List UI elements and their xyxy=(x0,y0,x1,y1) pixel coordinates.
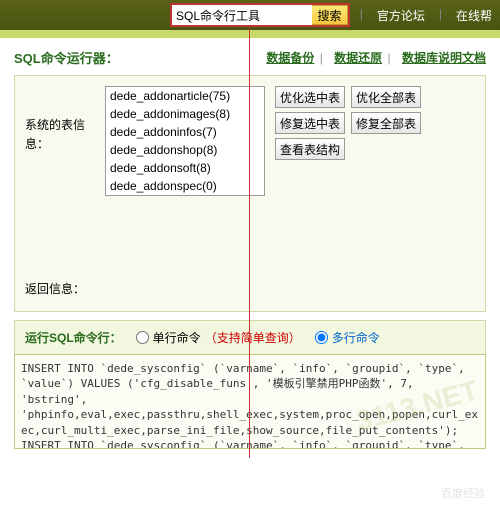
link-help[interactable]: 在线帮 xyxy=(456,7,492,24)
table-panel: 系统的表信息： dede_addonarticle(75)dede_addoni… xyxy=(14,75,486,312)
optimize-selected-button[interactable]: 优化选中表 xyxy=(275,86,345,108)
sql-run-bar: 运行SQL命令行： 单行命令（支持简单查询） 多行命令 xyxy=(14,320,486,354)
button-column: 优化选中表 优化全部表 修复选中表 修复全部表 查看表结构 xyxy=(275,86,421,160)
return-info-label: 返回信息： xyxy=(25,276,475,301)
sql-textarea[interactable] xyxy=(14,354,486,449)
search-button[interactable]: 搜索 xyxy=(312,5,348,25)
list-item[interactable]: dede_addoninfos(7) xyxy=(106,123,264,141)
nav-doc[interactable]: 数据库说明文档 xyxy=(402,51,486,65)
search-input[interactable] xyxy=(172,5,312,25)
topbar-links: | 官方论坛 | 在线帮 xyxy=(360,7,492,24)
list-item[interactable]: dede_addonspec(0) xyxy=(106,177,264,195)
link-forum[interactable]: 官方论坛 xyxy=(377,7,425,24)
radio-single-line[interactable]: 单行命令（支持简单查询） xyxy=(136,329,301,346)
sql-run-title: 运行SQL命令行： xyxy=(25,329,122,346)
nav-restore[interactable]: 数据还原 xyxy=(334,51,382,65)
repair-all-button[interactable]: 修复全部表 xyxy=(351,112,421,134)
content-area: SQL命令运行器： 数据备份 | 数据还原 | 数据库说明文档 系统的表信息： … xyxy=(0,38,500,462)
list-item[interactable]: dede_addonimages(8) xyxy=(106,105,264,123)
list-item[interactable]: dede_addonshop(8) xyxy=(106,141,264,159)
top-bar: 搜索 | 官方论坛 | 在线帮 xyxy=(0,0,500,30)
accent-strip xyxy=(0,30,500,38)
view-structure-button[interactable]: 查看表结构 xyxy=(275,138,345,160)
search-box: 搜索 xyxy=(170,3,350,27)
page-title: SQL命令运行器： xyxy=(14,48,119,67)
table-label: 系统的表信息： xyxy=(25,86,95,154)
radio-single-input[interactable] xyxy=(136,331,149,344)
radio-multi-line[interactable]: 多行命令 xyxy=(315,329,380,346)
header-row: SQL命令运行器： 数据备份 | 数据还原 | 数据库说明文档 xyxy=(14,48,486,67)
nav-links: 数据备份 | 数据还原 | 数据库说明文档 xyxy=(260,49,486,66)
watermark-small: 百度经验 xyxy=(441,485,485,501)
repair-selected-button[interactable]: 修复选中表 xyxy=(275,112,345,134)
list-item[interactable]: dede_addonsoft(8) xyxy=(106,159,264,177)
radio-multi-input[interactable] xyxy=(315,331,328,344)
separator: | xyxy=(360,7,363,24)
nav-backup[interactable]: 数据备份 xyxy=(266,51,314,65)
separator: | xyxy=(439,7,442,24)
optimize-all-button[interactable]: 优化全部表 xyxy=(351,86,421,108)
table-listbox[interactable]: dede_addonarticle(75)dede_addonimages(8)… xyxy=(105,86,265,196)
list-item[interactable]: dede_addonarticle(75) xyxy=(106,87,264,105)
